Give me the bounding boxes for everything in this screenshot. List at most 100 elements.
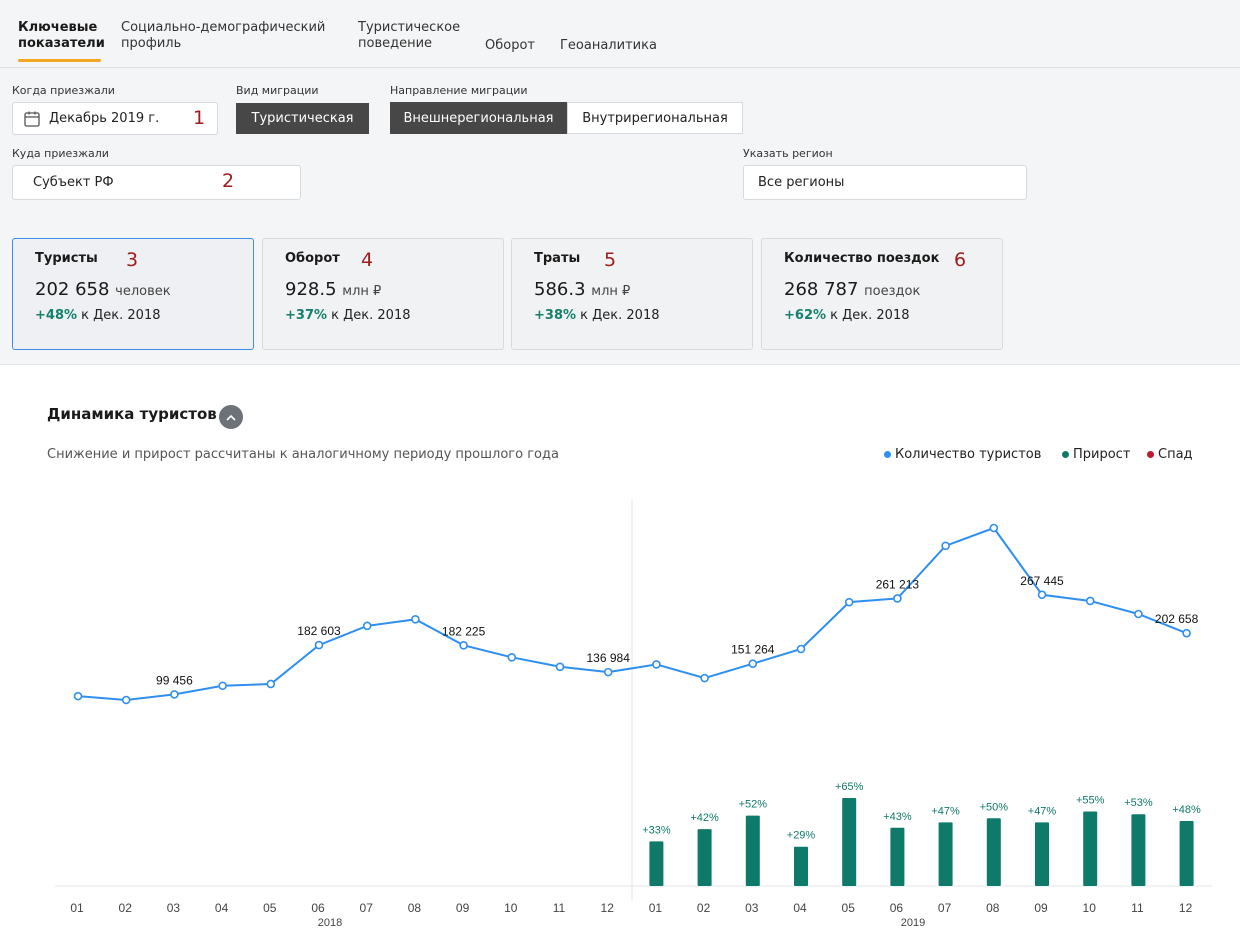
card-delta-percent: +38% bbox=[534, 308, 577, 323]
annotation-number: 5 bbox=[604, 249, 617, 271]
chart-subtitle: Снижение и прирост рассчитаны к аналогич… bbox=[47, 447, 559, 462]
x-tick-label: 06 bbox=[890, 901, 904, 915]
tab-label: поведение bbox=[358, 36, 433, 51]
growth-bar bbox=[1179, 821, 1194, 886]
tab-label: Оборот bbox=[485, 38, 535, 53]
data-point bbox=[603, 667, 613, 677]
data-point bbox=[266, 679, 276, 689]
card-delta: +48% к Дек. 2018 bbox=[35, 308, 161, 323]
card-delta: +37% к Дек. 2018 bbox=[285, 308, 411, 323]
card-delta: +62% к Дек. 2018 bbox=[784, 308, 910, 323]
legend-item-tourists[interactable]: Количество туристов bbox=[884, 447, 1041, 462]
point-value-label: 267 445 bbox=[1020, 574, 1064, 588]
tab-turnover[interactable]: Оборот bbox=[485, 38, 535, 54]
x-tick-label: 01 bbox=[649, 901, 663, 915]
tab-geoanalytics[interactable]: Геоаналитика bbox=[560, 38, 657, 54]
point-value-label: 151 264 bbox=[731, 643, 775, 657]
legend-item-growth[interactable]: Прирост bbox=[1062, 447, 1130, 462]
tab-label: Социально-демографический bbox=[121, 20, 326, 35]
date-picker[interactable]: Декабрь 2019 г. bbox=[12, 102, 218, 135]
migration-type-tourist-button[interactable]: Туристическая bbox=[236, 103, 369, 134]
data-point bbox=[652, 660, 661, 669]
data-point bbox=[170, 690, 179, 699]
growth-bar bbox=[794, 846, 808, 886]
card-delta-percent: +48% bbox=[35, 308, 78, 323]
x-tick-label: 07 bbox=[360, 901, 374, 915]
card-delta-compare: к Дек. 2018 bbox=[830, 308, 910, 323]
legend-dot bbox=[1062, 451, 1069, 458]
x-tick-label: 10 bbox=[1083, 901, 1097, 915]
card-value: 586.3 млн ₽ bbox=[534, 279, 630, 300]
tab-socio-demographic[interactable]: Социально-демографический профиль bbox=[121, 20, 325, 52]
tab-label: Ключевые bbox=[18, 20, 98, 35]
growth-bar bbox=[1131, 814, 1146, 886]
growth-bar bbox=[1035, 822, 1049, 886]
bar-label: +48% bbox=[1172, 804, 1201, 816]
data-point bbox=[121, 695, 131, 705]
annotation-number: 2 bbox=[222, 170, 235, 192]
data-point bbox=[73, 691, 83, 701]
data-point bbox=[893, 594, 902, 603]
point-value-label: 99 456 bbox=[156, 673, 193, 687]
legend-label: Спад bbox=[1158, 447, 1193, 462]
metric-card-spending[interactable]: Траты 586.3 млн ₽ +38% к Дек. 2018 5 bbox=[511, 238, 753, 350]
point-value-label: 202 658 bbox=[1155, 612, 1199, 626]
x-tick-label: 03 bbox=[167, 901, 181, 915]
growth-bar bbox=[745, 815, 760, 886]
data-point bbox=[218, 681, 227, 691]
legend-dot bbox=[884, 451, 891, 458]
point-value-label: 182 225 bbox=[442, 624, 486, 638]
bar-label: +47% bbox=[931, 805, 960, 817]
legend-dot bbox=[1147, 451, 1154, 458]
data-point bbox=[700, 673, 709, 683]
annotation-number: 4 bbox=[361, 249, 374, 271]
data-point bbox=[362, 621, 372, 631]
x-tick-label: 09 bbox=[1034, 901, 1048, 915]
year-label: 2019 bbox=[901, 917, 925, 929]
tab-label: профиль bbox=[121, 36, 182, 51]
annotation-number: 1 bbox=[193, 107, 206, 129]
direction-external-button[interactable]: Внешнерегиональная bbox=[390, 102, 567, 134]
data-point bbox=[1182, 628, 1191, 638]
legend-item-decline[interactable]: Спад bbox=[1147, 447, 1193, 462]
tab-tourist-behavior[interactable]: Туристическое поведение bbox=[358, 20, 460, 52]
annotation-number: 6 bbox=[954, 249, 967, 271]
bar-label: +65% bbox=[835, 781, 864, 793]
growth-bar bbox=[697, 829, 712, 886]
data-point bbox=[459, 641, 468, 650]
data-point bbox=[1134, 609, 1143, 619]
card-value-number: 268 787 bbox=[784, 279, 859, 300]
x-tick-label: 08 bbox=[408, 901, 422, 915]
tab-label: Геоаналитика bbox=[560, 38, 657, 53]
x-tick-label: 11 bbox=[553, 901, 566, 915]
chevron-up-icon bbox=[226, 414, 236, 421]
when-label: Когда приезжали bbox=[12, 84, 115, 97]
card-value: 928.5 млн ₽ bbox=[285, 279, 381, 300]
bar-label: +50% bbox=[980, 801, 1009, 813]
migration-type-label: Вид миграции bbox=[236, 84, 319, 97]
region-select[interactable]: Все регионы bbox=[743, 165, 1027, 200]
legend-label: Количество туристов bbox=[895, 447, 1042, 462]
x-tick-label: 12 bbox=[601, 901, 615, 915]
metric-card-tourists[interactable]: Туристы 202 658 человек +48% к Дек. 2018… bbox=[12, 238, 254, 350]
annotation-number: 3 bbox=[126, 249, 139, 271]
data-point bbox=[1085, 596, 1095, 606]
data-point bbox=[844, 597, 854, 607]
tab-label: показатели bbox=[18, 36, 105, 51]
x-tick-label: 08 bbox=[986, 901, 1000, 915]
direction-internal-button[interactable]: Внутрирегиональная bbox=[567, 102, 743, 134]
tourists-dynamics-chart: +33% +42% +52% +29% +65% +43% +47% +50% +47% +55%… bbox=[55, 500, 1212, 929]
point-value-label: 261 213 bbox=[876, 577, 920, 591]
destination-select[interactable]: Субъект РФ bbox=[12, 165, 301, 200]
region-label: Указать регион bbox=[743, 147, 833, 160]
x-tick-label: 05 bbox=[842, 901, 856, 915]
metric-card-trips[interactable]: Количество поездок 268 787 поездок +62% … bbox=[761, 238, 1003, 350]
card-delta-compare: к Дек. 2018 bbox=[81, 308, 161, 323]
metric-card-turnover[interactable]: Оборот 928.5 млн ₽ +37% к Дек. 2018 4 bbox=[262, 238, 504, 350]
card-delta-compare: к Дек. 2018 bbox=[331, 308, 411, 323]
year-label: 2018 bbox=[318, 917, 342, 929]
bar-label: +33% bbox=[642, 824, 671, 836]
tab-key-indicators[interactable]: Ключевые показатели bbox=[18, 20, 105, 52]
collapse-button[interactable] bbox=[219, 405, 243, 429]
growth-bar bbox=[890, 827, 905, 886]
